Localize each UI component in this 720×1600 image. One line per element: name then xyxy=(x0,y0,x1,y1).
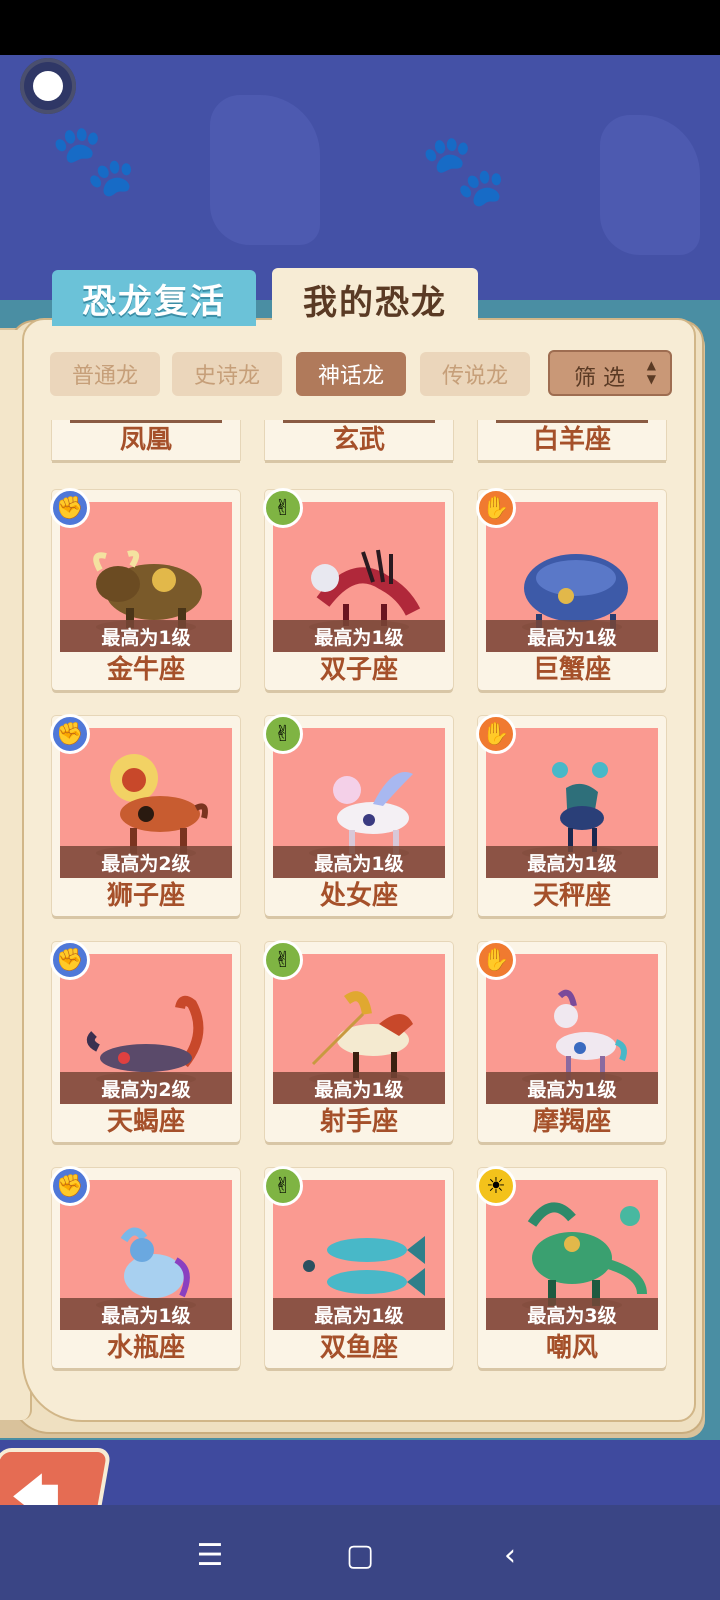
max-level-label: 最高为2级 xyxy=(60,846,232,878)
tab-my-dinos[interactable]: 我的恐龙 xyxy=(272,268,478,330)
dino-name: 狮子座 xyxy=(106,881,185,911)
rock-fist-icon: ✊ xyxy=(50,488,90,528)
max-level-label: 最高为1级 xyxy=(273,846,445,878)
dino-name: 巨蟹座 xyxy=(532,655,611,685)
dino-grid[interactable]: 凤凰 玄武 白羊座 最高为1级 金牛座 ✊ 最高为1级 双子座 ✌ 最高为1级 … xyxy=(40,420,680,1390)
max-level-label: 最高为1级 xyxy=(273,1072,445,1104)
rock-fist-icon: ✊ xyxy=(50,1166,90,1206)
scissors-hand-icon: ✌ xyxy=(263,1166,303,1206)
sort-arrows-icon: ▲ ▼ xyxy=(646,358,656,386)
dino-name: 白羊座 xyxy=(532,425,611,455)
dino-name: 天蝎座 xyxy=(106,1107,185,1137)
filter-button[interactable]: 筛 选 ▲ ▼ xyxy=(548,350,672,396)
subtab-legendary[interactable]: 传说龙 xyxy=(420,352,530,396)
dino-card-partial[interactable]: 玄武 xyxy=(265,420,453,460)
subtab-common[interactable]: 普通龙 xyxy=(50,352,160,396)
max-level-label: 最高为1级 xyxy=(60,620,232,652)
max-level-label: 最高为1级 xyxy=(273,620,445,652)
dino-name: 嘲风 xyxy=(545,1333,598,1363)
dino-card-cancer[interactable]: 最高为1级 巨蟹座 ✋ xyxy=(476,488,666,690)
dino-card-sagittarius[interactable]: 最高为1级 射手座 ✌ xyxy=(263,940,453,1142)
dino-card-taurus[interactable]: 最高为1级 金牛座 ✊ xyxy=(50,488,240,690)
rock-fist-icon: ✊ xyxy=(50,940,90,980)
dino-card-gemini[interactable]: 最高为1级 双子座 ✌ xyxy=(263,488,453,690)
dino-silhouette xyxy=(210,95,320,245)
dino-name: 凤凰 xyxy=(119,425,172,455)
max-level-label: 最高为1级 xyxy=(486,846,658,878)
dino-card-partial[interactable]: 白羊座 xyxy=(478,420,666,460)
scissors-hand-icon: ✌ xyxy=(263,714,303,754)
scorpion-creature-image xyxy=(86,995,204,1072)
scissors-hand-icon: ✌ xyxy=(263,940,303,980)
dino-name: 双子座 xyxy=(319,655,398,685)
dino-name: 水瓶座 xyxy=(106,1333,185,1363)
paper-hand-icon: ✋ xyxy=(476,488,516,528)
home-square-icon[interactable]: ▢ xyxy=(330,1525,390,1585)
dragon-creature-image xyxy=(311,549,421,626)
max-level-label: 最高为1级 xyxy=(273,1298,445,1330)
dino-name: 处女座 xyxy=(319,881,398,911)
system-nav-bar: ☰ ▢ ‹ xyxy=(0,1505,720,1600)
chaofeng-dragon-creature-image xyxy=(527,1202,647,1306)
back-chevron-icon[interactable]: ‹ xyxy=(480,1525,540,1585)
dino-name: 金牛座 xyxy=(106,655,185,685)
scissors-hand-icon: ✌ xyxy=(263,488,303,528)
paper-hand-icon: ✋ xyxy=(476,940,516,980)
dino-card-scorpio[interactable]: 最高为2级 天蝎座 ✊ xyxy=(50,940,240,1142)
dino-silhouette xyxy=(600,115,700,255)
max-level-label: 最高为2级 xyxy=(60,1072,232,1104)
rock-fist-icon: ✊ xyxy=(50,714,90,754)
libra-creature-image xyxy=(552,762,608,852)
bull-creature-image xyxy=(93,550,202,628)
dino-card-capricorn[interactable]: 最高为1级 摩羯座 ✋ xyxy=(476,940,666,1142)
goat-creature-image xyxy=(554,989,627,1080)
max-level-label: 最高为3级 xyxy=(486,1298,658,1330)
dino-card-aquarius[interactable]: 最高为1级 水瓶座 ✊ xyxy=(50,1166,240,1368)
dino-card-partial[interactable]: 凤凰 xyxy=(52,420,240,460)
lion-creature-image xyxy=(110,754,208,854)
centaur-creature-image xyxy=(311,991,413,1078)
filter-label: 筛 选 xyxy=(574,366,625,391)
dino-name: 玄武 xyxy=(332,425,385,455)
sun-icon: ☀ xyxy=(476,1166,516,1206)
pegasus-creature-image xyxy=(333,772,413,854)
dino-card-pisces[interactable]: 最高为1级 双鱼座 ✌ xyxy=(263,1166,453,1368)
paw-print-icon: 🐾 xyxy=(50,119,138,201)
max-level-label: 最高为1级 xyxy=(486,620,658,652)
paper-hand-icon: ✋ xyxy=(476,714,516,754)
subtab-mythic[interactable]: 神话龙 xyxy=(296,352,406,396)
subtab-epic[interactable]: 史诗龙 xyxy=(172,352,282,396)
camera-cutout xyxy=(20,58,76,114)
dino-card-virgo[interactable]: 最高为1级 处女座 ✌ xyxy=(263,714,453,916)
tab-dino-revive[interactable]: 恐龙复活 xyxy=(52,270,256,326)
dino-card-leo[interactable]: 最高为2级 狮子座 ✊ xyxy=(50,714,240,916)
water-dragon-creature-image xyxy=(120,1227,190,1298)
dino-name: 天秤座 xyxy=(532,881,611,911)
dino-card-libra[interactable]: 最高为1级 天秤座 ✋ xyxy=(476,714,666,916)
paw-print-icon: 🐾 xyxy=(420,129,508,211)
dino-card-chaofeng[interactable]: 最高为3级 嘲风 ☀ xyxy=(476,1166,666,1368)
max-level-label: 最高为1级 xyxy=(60,1298,232,1330)
dino-name: 双鱼座 xyxy=(319,1333,398,1363)
status-bar xyxy=(0,0,720,55)
menu-icon[interactable]: ☰ xyxy=(180,1525,240,1585)
dino-name: 射手座 xyxy=(319,1107,398,1137)
max-level-label: 最高为1级 xyxy=(486,1072,658,1104)
dino-name: 摩羯座 xyxy=(532,1107,611,1137)
